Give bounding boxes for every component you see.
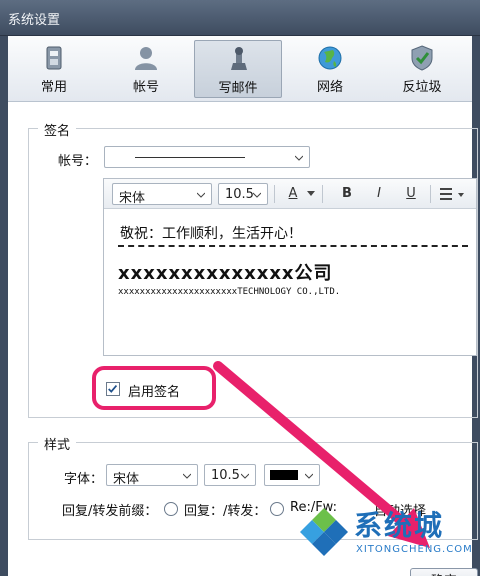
network-globe-icon (318, 46, 342, 70)
font-family-value: 宋体 (119, 191, 146, 206)
chevron-down-icon (183, 473, 191, 479)
settings-toolbar: 常用 帐号 写邮件 网络 反垃圾 (8, 36, 472, 102)
chevron-down-icon (305, 473, 313, 479)
chevron-down-icon (295, 155, 303, 161)
highlight-annotation (92, 366, 216, 410)
font-size-select[interactable]: 10.5 (218, 183, 268, 205)
font-color-button[interactable]: A (282, 183, 304, 205)
style-color-select[interactable] (264, 464, 320, 486)
underline-button[interactable]: U (400, 183, 422, 205)
italic-button[interactable]: I (368, 183, 390, 205)
account-icon (135, 47, 157, 70)
reply-prefix-label: 回复/转发前缀： (62, 504, 158, 519)
watermark-text: 系统城 (354, 509, 445, 542)
signature-divider (118, 245, 468, 247)
prefix-radio-en[interactable] (270, 502, 284, 516)
font-label: 字体： (64, 472, 104, 487)
tab-compose-label: 写邮件 (218, 81, 258, 96)
signature-company: xxxxxxxxxxxxxx公司 (118, 263, 333, 284)
dialog-content: 常用 帐号 写邮件 网络 反垃圾 签名 帐号： 宋体 10.5 A B I U … (8, 36, 478, 576)
watermark: 系统城 XITONGCHENG.COM (296, 500, 476, 572)
account-redacted-line (135, 157, 245, 158)
chevron-down-icon (241, 473, 249, 479)
watermark-logo-icon (300, 508, 348, 556)
tab-compose[interactable]: 写邮件 (194, 40, 282, 98)
font-family-select[interactable]: 宋体 (112, 183, 212, 206)
style-font-value: 宋体 (113, 472, 140, 487)
toolbar-separator (322, 185, 323, 203)
color-swatch (270, 470, 298, 480)
editor-format-toolbar: 宋体 10.5 A B I U (104, 179, 476, 209)
style-font-select[interactable]: 宋体 (106, 464, 198, 487)
tab-account-label: 帐号 (132, 80, 159, 95)
tab-network[interactable]: 网络 (286, 40, 374, 98)
compose-icon (231, 47, 247, 70)
watermark-url: XITONGCHENG.COM (356, 544, 473, 555)
tab-network-label: 网络 (316, 80, 343, 95)
align-menu-icon[interactable] (440, 187, 468, 201)
window-title: 系统设置 (8, 13, 61, 28)
tab-antispam[interactable]: 反垃圾 (378, 40, 466, 98)
chevron-down-icon (253, 192, 261, 198)
style-size-select[interactable]: 10.5 (204, 464, 256, 486)
bold-button[interactable]: B (336, 183, 358, 205)
font-size-value: 10.5 (225, 187, 254, 202)
tab-general[interactable]: 常用 (10, 40, 98, 98)
signature-greeting: 敬祝：工作顺利，生活开心！ (120, 226, 302, 242)
account-label: 帐号： (58, 154, 98, 169)
tab-general-label: 常用 (40, 80, 67, 95)
toolbar-separator (430, 185, 431, 203)
signature-company-en: xxxxxxxxxxxxxxxxxxxxxxTECHNOLOGY CO.,LTD… (118, 287, 341, 297)
style-legend: 样式 (38, 434, 77, 453)
toolbar-separator (274, 185, 275, 203)
tab-account[interactable]: 帐号 (102, 40, 190, 98)
prefix-option-cn[interactable]: 回复：/转发： (184, 500, 266, 519)
style-size-value: 10.5 (211, 468, 240, 483)
prefix-radio-cn[interactable] (164, 502, 178, 516)
antispam-shield-icon (411, 45, 433, 71)
general-icon (46, 46, 62, 70)
account-select[interactable] (104, 146, 310, 168)
window-frame-left (0, 36, 8, 576)
chevron-down-icon (197, 192, 205, 198)
tab-antispam-label: 反垃圾 (402, 80, 442, 95)
signature-editor[interactable]: 宋体 10.5 A B I U 敬祝：工作顺利，生活开心！ xxxxxxxxxx… (103, 178, 477, 356)
signature-legend: 签名 (38, 120, 77, 139)
font-color-dropdown-icon[interactable] (307, 191, 315, 197)
window-titlebar: 系统设置 (0, 0, 480, 36)
